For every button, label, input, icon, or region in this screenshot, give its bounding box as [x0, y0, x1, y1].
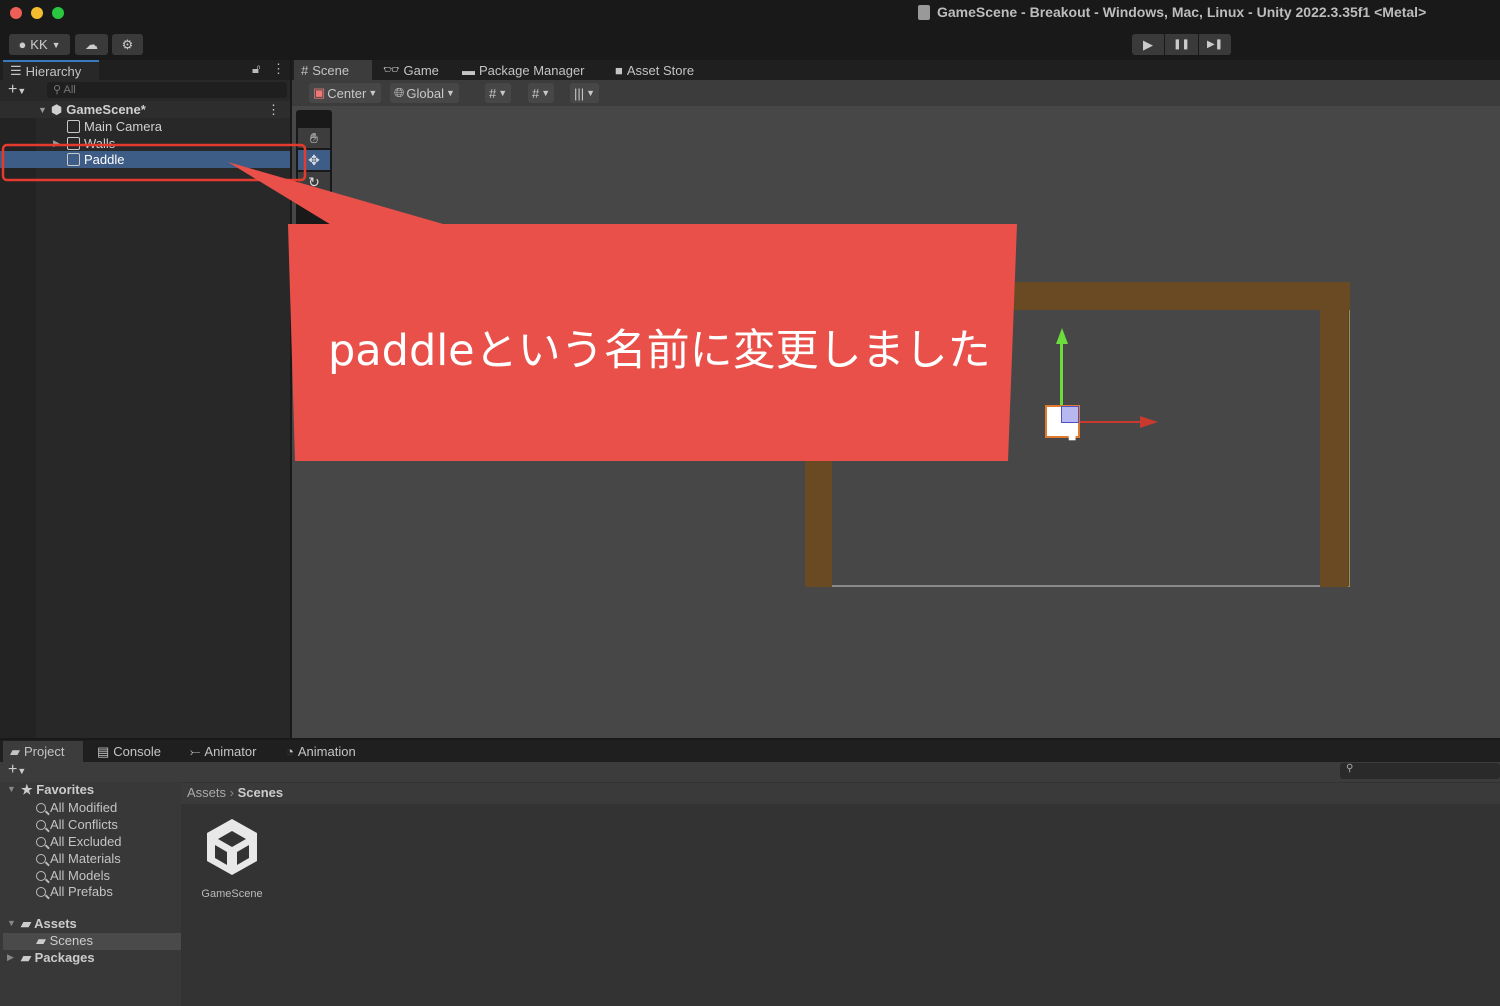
breadcrumb-scenes[interactable]: Scenes: [238, 785, 284, 800]
unity-scene-icon: [207, 819, 257, 875]
project-search-input[interactable]: ⚲: [1340, 763, 1500, 779]
project-content: [181, 782, 1500, 1006]
console-icon: ▤: [97, 743, 110, 759]
asset-gamescene[interactable]: GameScene: [200, 815, 264, 901]
favorite-item[interactable]: All Excluded: [36, 833, 122, 850]
animator-icon: ⤚: [190, 743, 201, 759]
folder-icon: ▰: [10, 743, 20, 759]
search-icon: ⚲: [1346, 763, 1354, 774]
callout-pointer: [228, 162, 450, 226]
project-toolbar: [0, 762, 1500, 782]
favorite-item[interactable]: All Prefabs: [36, 883, 113, 900]
search-icon: [36, 870, 46, 881]
folder-icon: ▰: [36, 933, 50, 948]
clock-icon: ◔: [286, 744, 294, 759]
favorite-item[interactable]: All Models: [36, 867, 110, 884]
assets-folder[interactable]: ▰ Assets: [21, 916, 77, 932]
annotation-text: paddleという名前に変更しました: [328, 326, 991, 376]
favorite-item[interactable]: All Modified: [36, 799, 117, 816]
tab-animator[interactable]: ⤚ Animator: [183, 741, 263, 762]
asset-label: GameScene: [201, 888, 263, 900]
breadcrumb-assets[interactable]: Assets: [187, 785, 226, 800]
packages-folder[interactable]: ▰ Packages: [21, 950, 95, 966]
expand-arrow-icon[interactable]: ▶: [7, 952, 14, 963]
tab-animation[interactable]: ◔ Animation: [279, 741, 363, 762]
search-icon: [36, 853, 46, 864]
folder-icon: ▰: [21, 950, 35, 965]
expand-arrow-icon[interactable]: ▼: [7, 784, 16, 794]
favorite-item[interactable]: All Materials: [36, 850, 121, 867]
favorites-header[interactable]: ★ Favorites: [21, 782, 94, 798]
search-icon: [36, 886, 46, 897]
tab-console[interactable]: ▤ Console: [90, 741, 168, 762]
search-icon: [36, 819, 46, 830]
create-asset-button[interactable]: +▼: [8, 761, 26, 779]
search-icon: [36, 836, 46, 847]
favorite-item[interactable]: All Conflicts: [36, 816, 118, 833]
folder-open-icon: ▰: [21, 916, 35, 931]
tab-project[interactable]: ▰ Project: [3, 741, 83, 762]
breadcrumb: Assets › Scenes: [181, 783, 1500, 804]
scenes-folder[interactable]: ▰ Scenes: [36, 933, 93, 949]
search-icon: [36, 802, 46, 813]
star-icon: ★: [21, 782, 37, 797]
expand-arrow-icon[interactable]: ▼: [7, 918, 16, 928]
